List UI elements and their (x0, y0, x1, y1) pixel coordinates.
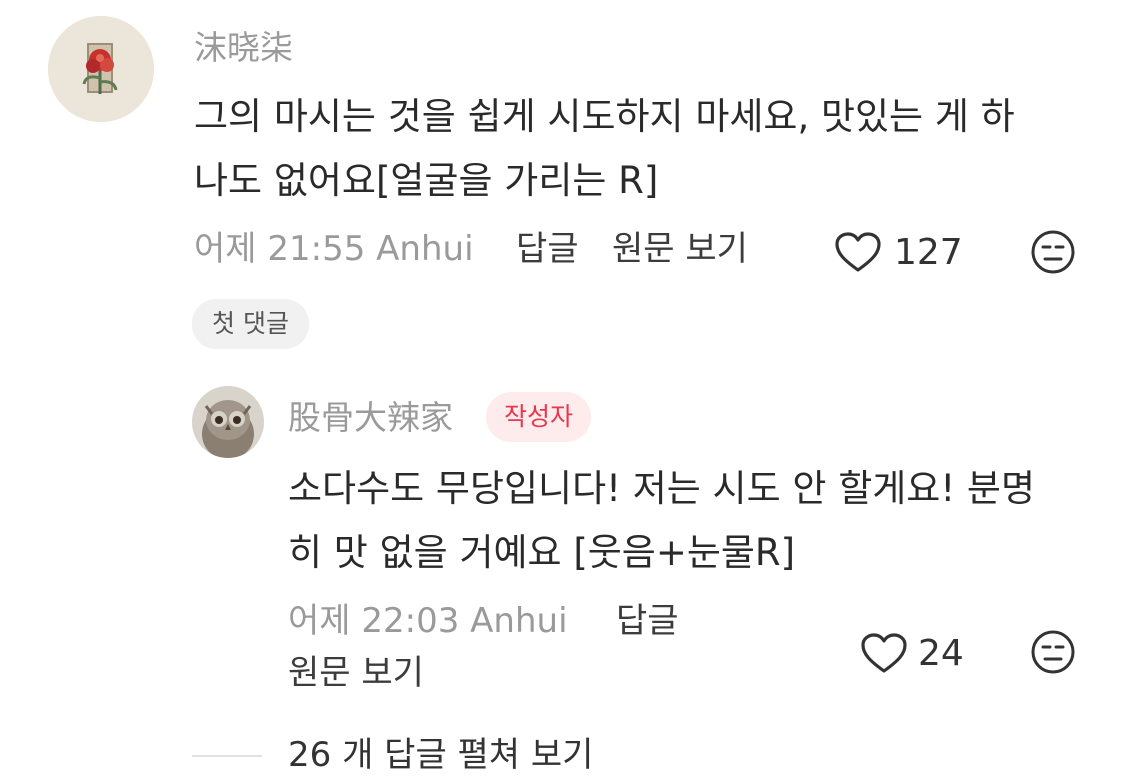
reply-view-original-button[interactable]: 원문 보기 (288, 652, 424, 694)
author-badge: 작성자 (486, 392, 592, 442)
heart-icon (835, 232, 881, 272)
flower-avatar-icon (48, 16, 154, 122)
reply-reply-button[interactable]: 답글 (616, 600, 679, 642)
first-comment-chip: 첫 댓글 (192, 299, 309, 349)
heart-icon (861, 633, 907, 673)
reply-like-count: 24 (918, 633, 964, 674)
comment-dislike-button[interactable] (1030, 229, 1076, 275)
commenter-username[interactable]: 沫晓柒 (194, 28, 293, 68)
owl-avatar-icon (192, 386, 264, 458)
reply-time-location: 어제 22:03 Anhui (288, 601, 568, 641)
reply-text-line-1: 소다수도 무당입니다! 저는 시도 안 할게요! 분명 (288, 467, 1035, 510)
replier-avatar[interactable] (192, 386, 264, 458)
replier-username[interactable]: 股骨大辣家 (288, 398, 453, 438)
meh-face-icon (1031, 230, 1075, 274)
reply-dislike-button[interactable] (1030, 629, 1076, 675)
comment-like-button[interactable]: 127 (834, 228, 974, 274)
comment-time-location: 어제 21:55 Anhui (194, 229, 474, 269)
commenter-avatar[interactable] (48, 16, 154, 122)
reply-like-button[interactable]: 24 (860, 629, 980, 675)
reply-text-line-2: 히 맛 없을 거예요 [웃음+눈물R] (288, 531, 796, 574)
comment-view-original-button[interactable]: 원문 보기 (612, 228, 748, 270)
expand-replies-button[interactable]: 26 개 답글 펼쳐 보기 (288, 734, 593, 776)
expand-divider (192, 755, 262, 757)
meh-face-icon (1031, 630, 1075, 674)
comment-like-count: 127 (894, 232, 963, 273)
comment-reply-button[interactable]: 답글 (516, 228, 579, 270)
comment-text-line-2: 나도 없어요[얼굴을 가리는 R] (194, 159, 659, 202)
comment-text-line-1: 그의 마시는 것을 쉽게 시도하지 마세요, 맛있는 게 하 (194, 95, 1015, 138)
